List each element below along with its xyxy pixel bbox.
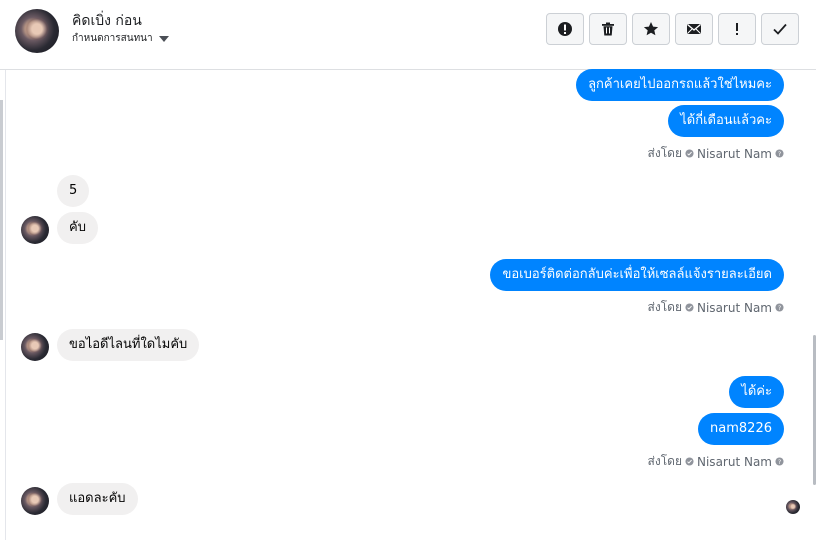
mark-done-button[interactable] [761,13,799,45]
check-icon [773,23,787,35]
sent-by-prefix: ส่งโดย [647,146,682,160]
conversation-header: คิดเบิ่ง ก่อน กำหนดการสนทนา [0,0,816,70]
alert-circle-icon [558,22,572,36]
mark-unread-button[interactable] [675,13,713,45]
incoming-message[interactable]: แอดละคับ [57,483,138,515]
conversation-label-dropdown[interactable]: กำหนดการสนทนา [72,31,169,46]
sent-by-label: ส่งโดย Nisarut Nam ? [648,144,784,163]
verified-icon [685,457,694,466]
star-icon [643,22,659,36]
sent-by-prefix: ส่งโดย [647,300,682,314]
spam-button[interactable] [546,13,584,45]
sender-name[interactable]: Nisarut Nam [697,147,772,161]
trash-icon [602,22,614,36]
contact-avatar[interactable] [15,9,59,53]
sender-avatar[interactable] [21,487,49,515]
incoming-message[interactable]: ขอไอดีไลนที่ใดไมคับ [57,329,200,361]
thread-toolbar [546,13,799,45]
sent-by-label: ส่งโดย Nisarut Nam ? [648,298,784,317]
help-icon[interactable]: ? [775,149,784,158]
incoming-message[interactable]: คับ [57,212,98,244]
seen-indicator-avatar [786,500,800,514]
sender-name[interactable]: Nisarut Nam [697,455,772,469]
star-button[interactable] [632,13,670,45]
sender-avatar[interactable] [21,216,49,244]
outgoing-message[interactable]: ลูกค้าเคยไปออกรถแล้วใช่ไหมคะ [576,69,784,101]
label-select-text: กำหนดการสนทนา [72,33,153,44]
sent-by-label: ส่งโดย Nisarut Nam ? [648,452,784,471]
outgoing-message[interactable]: nam8226 [698,413,784,445]
outgoing-message[interactable]: ได้ค่ะ [729,376,784,408]
sender-name[interactable]: Nisarut Nam [697,301,772,315]
svg-text:?: ? [778,305,781,312]
incoming-message[interactable]: 5 [57,175,90,207]
sent-by-prefix: ส่งโดย [647,454,682,468]
caret-down-icon [158,35,169,42]
outgoing-message[interactable]: ได้กี่เดือนแล้วคะ [668,105,784,137]
svg-text:?: ? [778,459,781,466]
left-panel-edge [0,100,3,340]
follow-up-button[interactable] [718,13,756,45]
delete-button[interactable] [589,13,627,45]
svg-text:?: ? [778,151,781,158]
envelope-icon [687,24,701,34]
contact-name[interactable]: คิดเบิ่ง ก่อน [72,10,142,32]
help-icon[interactable]: ? [775,457,784,466]
exclamation-icon [736,23,738,35]
help-icon[interactable]: ? [775,303,784,312]
outgoing-message[interactable]: ขอเบอร์ติดต่อกลับค่ะเพื่อให้เซลล์แจ้งราย… [490,259,784,291]
verified-icon [685,303,694,312]
sender-avatar[interactable] [21,333,49,361]
verified-icon [685,149,694,158]
